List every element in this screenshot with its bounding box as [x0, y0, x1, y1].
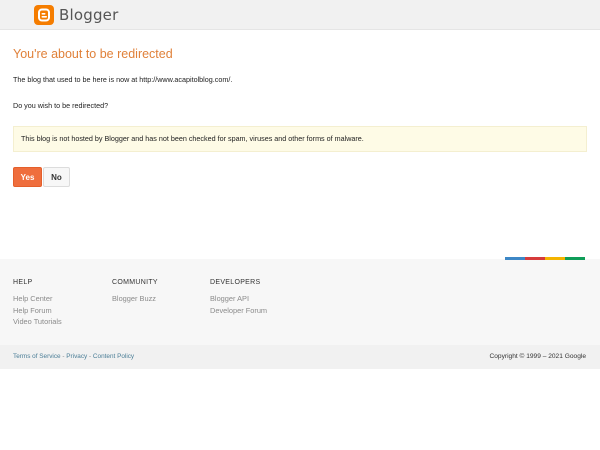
footer — [0, 259, 600, 345]
blogger-api-link[interactable]: Blogger API — [210, 293, 267, 305]
color-bar-blue — [505, 257, 525, 260]
column-title: COMMUNITY — [112, 279, 158, 286]
copyright-notice: Copyright © 1999 – 2021 Google — [489, 353, 586, 360]
help-forum-link[interactable]: Help Forum — [13, 305, 62, 317]
help-center-link[interactable]: Help Center — [13, 293, 62, 305]
privacy-link[interactable]: Privacy — [66, 353, 87, 360]
blogger-logo[interactable]: Blogger — [34, 5, 118, 25]
footer-color-bar — [505, 257, 585, 260]
color-bar-red — [525, 257, 545, 260]
terms-of-service-link[interactable]: Terms of Service — [13, 353, 61, 360]
column-title: DEVELOPERS — [210, 279, 261, 286]
color-bar-yellow — [545, 257, 565, 260]
top-bar: Blogger — [0, 0, 600, 30]
footer-column-developers: DEVELOPERS Blogger API Developer Forum — [210, 278, 267, 316]
yes-button[interactable]: Yes — [13, 167, 42, 187]
content-policy-link[interactable]: Content Policy — [93, 353, 134, 360]
malware-warning: This blog is not hosted by Blogger and h… — [13, 126, 587, 152]
redirect-question: Do you wish to be redirected? — [13, 101, 109, 110]
video-tutorials-link[interactable]: Video Tutorials — [13, 316, 62, 328]
footer-column-community: COMMUNITY Blogger Buzz — [112, 278, 158, 305]
logo-text: Blogger — [59, 6, 119, 24]
blogger-logo-icon — [34, 5, 54, 25]
legal-links: Terms of Service - Privacy - Content Pol… — [13, 353, 134, 361]
no-button[interactable]: No — [43, 167, 70, 187]
column-title: HELP — [13, 279, 33, 286]
blogger-buzz-link[interactable]: Blogger Buzz — [112, 293, 158, 305]
redirect-notice: You're about to be redirected The blog t… — [13, 46, 588, 187]
redirect-message: The blog that used to be here is now at … — [13, 75, 233, 84]
developer-forum-link[interactable]: Developer Forum — [210, 305, 267, 317]
page-title: You're about to be redirected — [13, 47, 173, 61]
color-bar-green — [565, 257, 585, 260]
legal-bar: Terms of Service - Privacy - Content Pol… — [0, 345, 600, 369]
footer-column-help: HELP Help Center Help Forum Video Tutori… — [13, 278, 62, 328]
